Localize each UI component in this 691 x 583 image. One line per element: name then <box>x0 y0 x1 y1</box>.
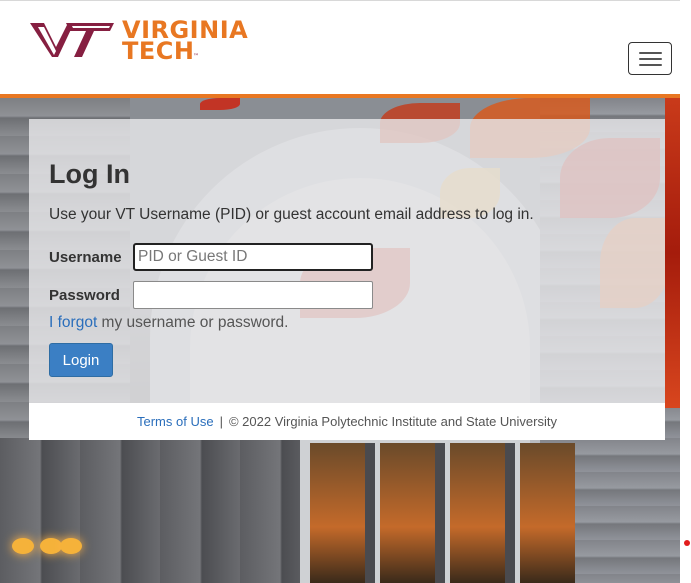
autumn-leaves <box>200 98 240 110</box>
lamp-light <box>40 538 62 554</box>
password-input[interactable] <box>133 281 373 309</box>
forgot-text: my username or password. <box>97 314 289 331</box>
terms-of-use-link[interactable]: Terms of Use <box>137 414 214 429</box>
window-pane <box>450 443 505 583</box>
window-mullion <box>365 443 375 583</box>
username-input[interactable] <box>133 243 373 271</box>
copyright-text: © 2022 Virginia Polytechnic Institute an… <box>228 414 557 429</box>
window-mullion <box>435 443 445 583</box>
hamburger-menu-icon-bar <box>639 64 662 66</box>
forgot-credentials-line: I forgot my username or password. <box>49 314 289 332</box>
virginia-tech-logo[interactable]: VIRGINIA TECH ™ <box>30 17 248 65</box>
card-footer: Terms of Use | © 2022 Virginia Polytechnic… <box>29 403 665 440</box>
lamp-light <box>60 538 82 554</box>
page-title: Log In <box>49 159 130 189</box>
window-pane <box>520 443 575 583</box>
login-button[interactable]: Login <box>49 343 113 377</box>
window-pane <box>310 443 365 583</box>
foliage-edge <box>665 98 680 408</box>
menu-toggle-button[interactable] <box>628 42 672 75</box>
trademark-symbol: ™ <box>193 53 200 60</box>
logo-line-tech: TECH <box>122 37 195 65</box>
stone-wall-lower <box>0 438 300 583</box>
hamburger-menu-icon <box>639 52 662 54</box>
login-card: Log In Use your VT Username (PID) or gue… <box>29 119 665 403</box>
password-label: Password <box>49 287 120 304</box>
window-mullion <box>505 443 515 583</box>
lamp-light <box>12 538 34 554</box>
footer-separator: | <box>219 414 223 429</box>
window-pane <box>380 443 435 583</box>
login-description: Use your VT Username (PID) or guest acco… <box>49 206 534 223</box>
red-dot-marker <box>684 540 690 546</box>
forgot-link[interactable]: I forgot <box>49 314 97 331</box>
username-label: Username <box>49 249 122 266</box>
login-page: VIRGINIA TECH ™ Log In Use your VT Usern… <box>0 0 691 583</box>
hamburger-menu-icon-bar <box>639 58 662 60</box>
vt-monogram-icon <box>30 23 114 57</box>
site-header: VIRGINIA TECH ™ <box>0 0 680 94</box>
